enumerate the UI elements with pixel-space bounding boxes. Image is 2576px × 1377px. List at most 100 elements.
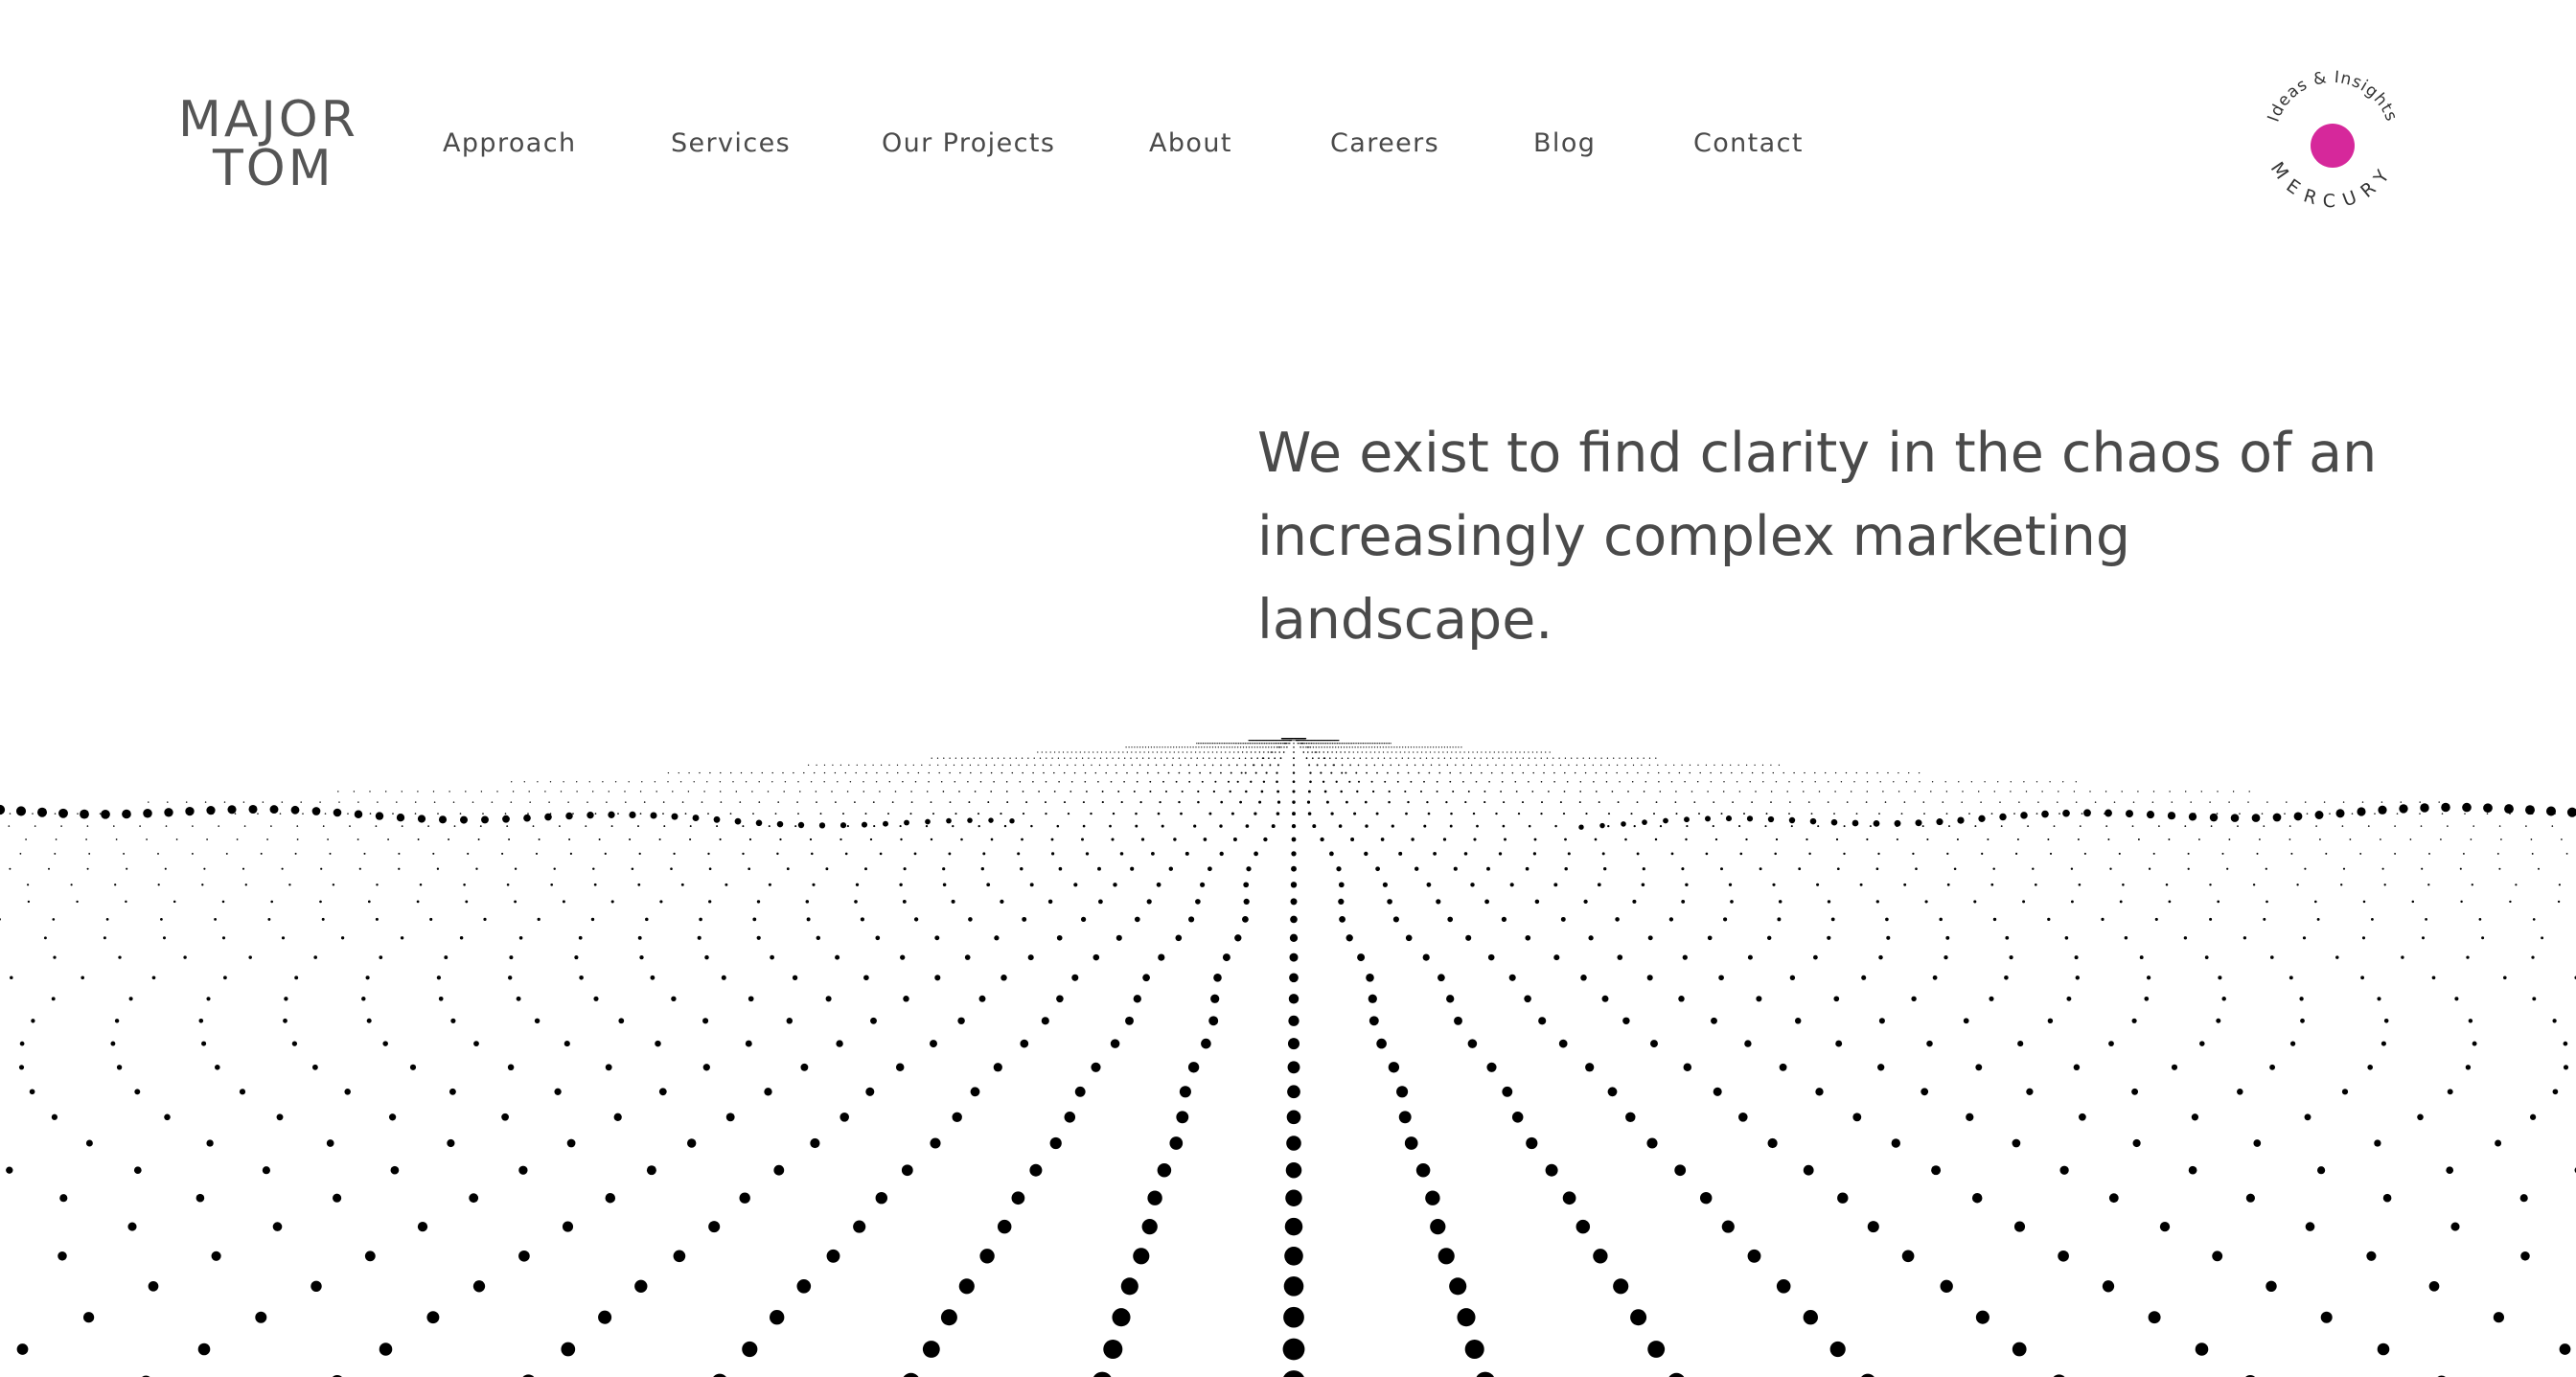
field-dot <box>1112 757 1114 759</box>
field-dot <box>382 1041 388 1046</box>
field-dot <box>973 757 975 759</box>
field-dot <box>1106 757 1108 759</box>
field-dot <box>1134 916 1140 923</box>
field-dot <box>2441 802 2450 813</box>
field-dot <box>1835 838 1839 841</box>
nav-item-blog[interactable]: Blog <box>1533 128 1596 158</box>
field-dot <box>1484 751 1487 753</box>
field-dot <box>1229 746 1230 748</box>
field-dot <box>1136 757 1138 759</box>
field-dot <box>2152 791 2155 792</box>
field-dot <box>1097 899 1103 905</box>
field-dot <box>1503 801 1506 804</box>
field-dot <box>1315 746 1317 748</box>
field-dot <box>1961 801 1963 803</box>
field-dot <box>88 852 91 855</box>
field-dot <box>943 757 945 759</box>
field-dot <box>1260 790 1264 793</box>
field-dot <box>1930 791 1932 792</box>
field-dot <box>1470 883 1475 887</box>
field-dot <box>1741 771 1743 774</box>
field-dot <box>1643 791 1645 792</box>
field-dot <box>2217 791 2219 792</box>
field-dot <box>1924 900 1928 904</box>
field-dot <box>2148 867 2151 870</box>
field-dot <box>2419 801 2421 803</box>
field-dot <box>1536 751 1538 753</box>
field-dot <box>1050 838 1054 841</box>
field-dot <box>1366 771 1368 774</box>
field-dot <box>473 1041 479 1046</box>
field-dot <box>1263 751 1265 753</box>
field-dot <box>324 813 327 815</box>
field-dot <box>1511 1112 1524 1123</box>
field-dot <box>58 1251 67 1261</box>
field-dot <box>1032 781 1034 783</box>
field-dot <box>1204 743 1206 745</box>
field-dot <box>2459 867 2462 870</box>
field-dot <box>1446 751 1448 753</box>
field-dot <box>1445 800 1448 804</box>
field-dot <box>1532 771 1534 774</box>
field-dot <box>1663 817 1668 824</box>
field-dot <box>1576 1219 1591 1234</box>
field-dot <box>1481 751 1483 753</box>
field-dot <box>1126 751 1128 753</box>
field-dot <box>1580 975 1587 981</box>
field-dot <box>1322 751 1324 753</box>
field-dot <box>270 825 272 827</box>
field-dot <box>279 813 282 815</box>
field-dot <box>1050 764 1052 767</box>
field-dot <box>1169 751 1171 753</box>
field-dot <box>1931 1165 1942 1176</box>
field-dot <box>1981 852 1984 856</box>
field-dot <box>1147 751 1150 753</box>
field-dot <box>1420 751 1423 753</box>
field-dot <box>2081 813 2083 815</box>
field-dot <box>1206 743 1208 745</box>
field-dot <box>1607 813 1611 815</box>
field-dot <box>1290 915 1298 924</box>
nav-item-contact[interactable]: Contact <box>1693 128 1804 158</box>
nav-item-services[interactable]: Services <box>671 128 791 158</box>
field-dot <box>2041 791 2043 792</box>
field-dot <box>1164 790 1168 793</box>
field-dot <box>1282 1338 1305 1361</box>
field-dot <box>1238 757 1241 759</box>
field-dot <box>1091 764 1092 767</box>
field-dot <box>1710 771 1712 774</box>
nav-item-about[interactable]: About <box>1149 128 1232 158</box>
field-dot <box>598 838 601 840</box>
mercury-badge[interactable]: Ideas & Insights MERCURY <box>2250 57 2415 222</box>
field-dot <box>1749 781 1751 783</box>
field-dot <box>2300 1018 2305 1023</box>
field-dot <box>702 1064 710 1071</box>
field-dot <box>1465 934 1472 941</box>
field-dot <box>1251 746 1253 748</box>
field-dot <box>2266 900 2268 904</box>
field-dot <box>1299 743 1300 745</box>
field-dot <box>1231 743 1233 745</box>
field-dot <box>1186 751 1188 753</box>
field-dot <box>1987 838 1990 840</box>
field-dot <box>101 809 110 819</box>
field-dot <box>641 781 643 783</box>
field-dot <box>1111 838 1115 841</box>
field-dot <box>1351 746 1353 748</box>
field-dot <box>959 771 961 774</box>
field-dot <box>606 801 608 803</box>
field-dot <box>1605 771 1608 774</box>
field-dot <box>782 771 784 774</box>
nav-item-our-projects[interactable]: Our Projects <box>882 128 1055 158</box>
nav-item-approach[interactable]: Approach <box>443 128 576 158</box>
nav-item-careers[interactable]: Careers <box>1330 128 1439 158</box>
field-dot <box>1414 764 1416 767</box>
field-dot <box>1309 746 1312 748</box>
field-dot <box>191 852 194 855</box>
field-dot <box>1962 791 1964 792</box>
field-dot <box>549 781 552 783</box>
field-dot <box>1476 751 1479 753</box>
field-dot <box>221 936 226 940</box>
field-dot <box>1079 751 1081 753</box>
field-dot <box>748 867 751 871</box>
